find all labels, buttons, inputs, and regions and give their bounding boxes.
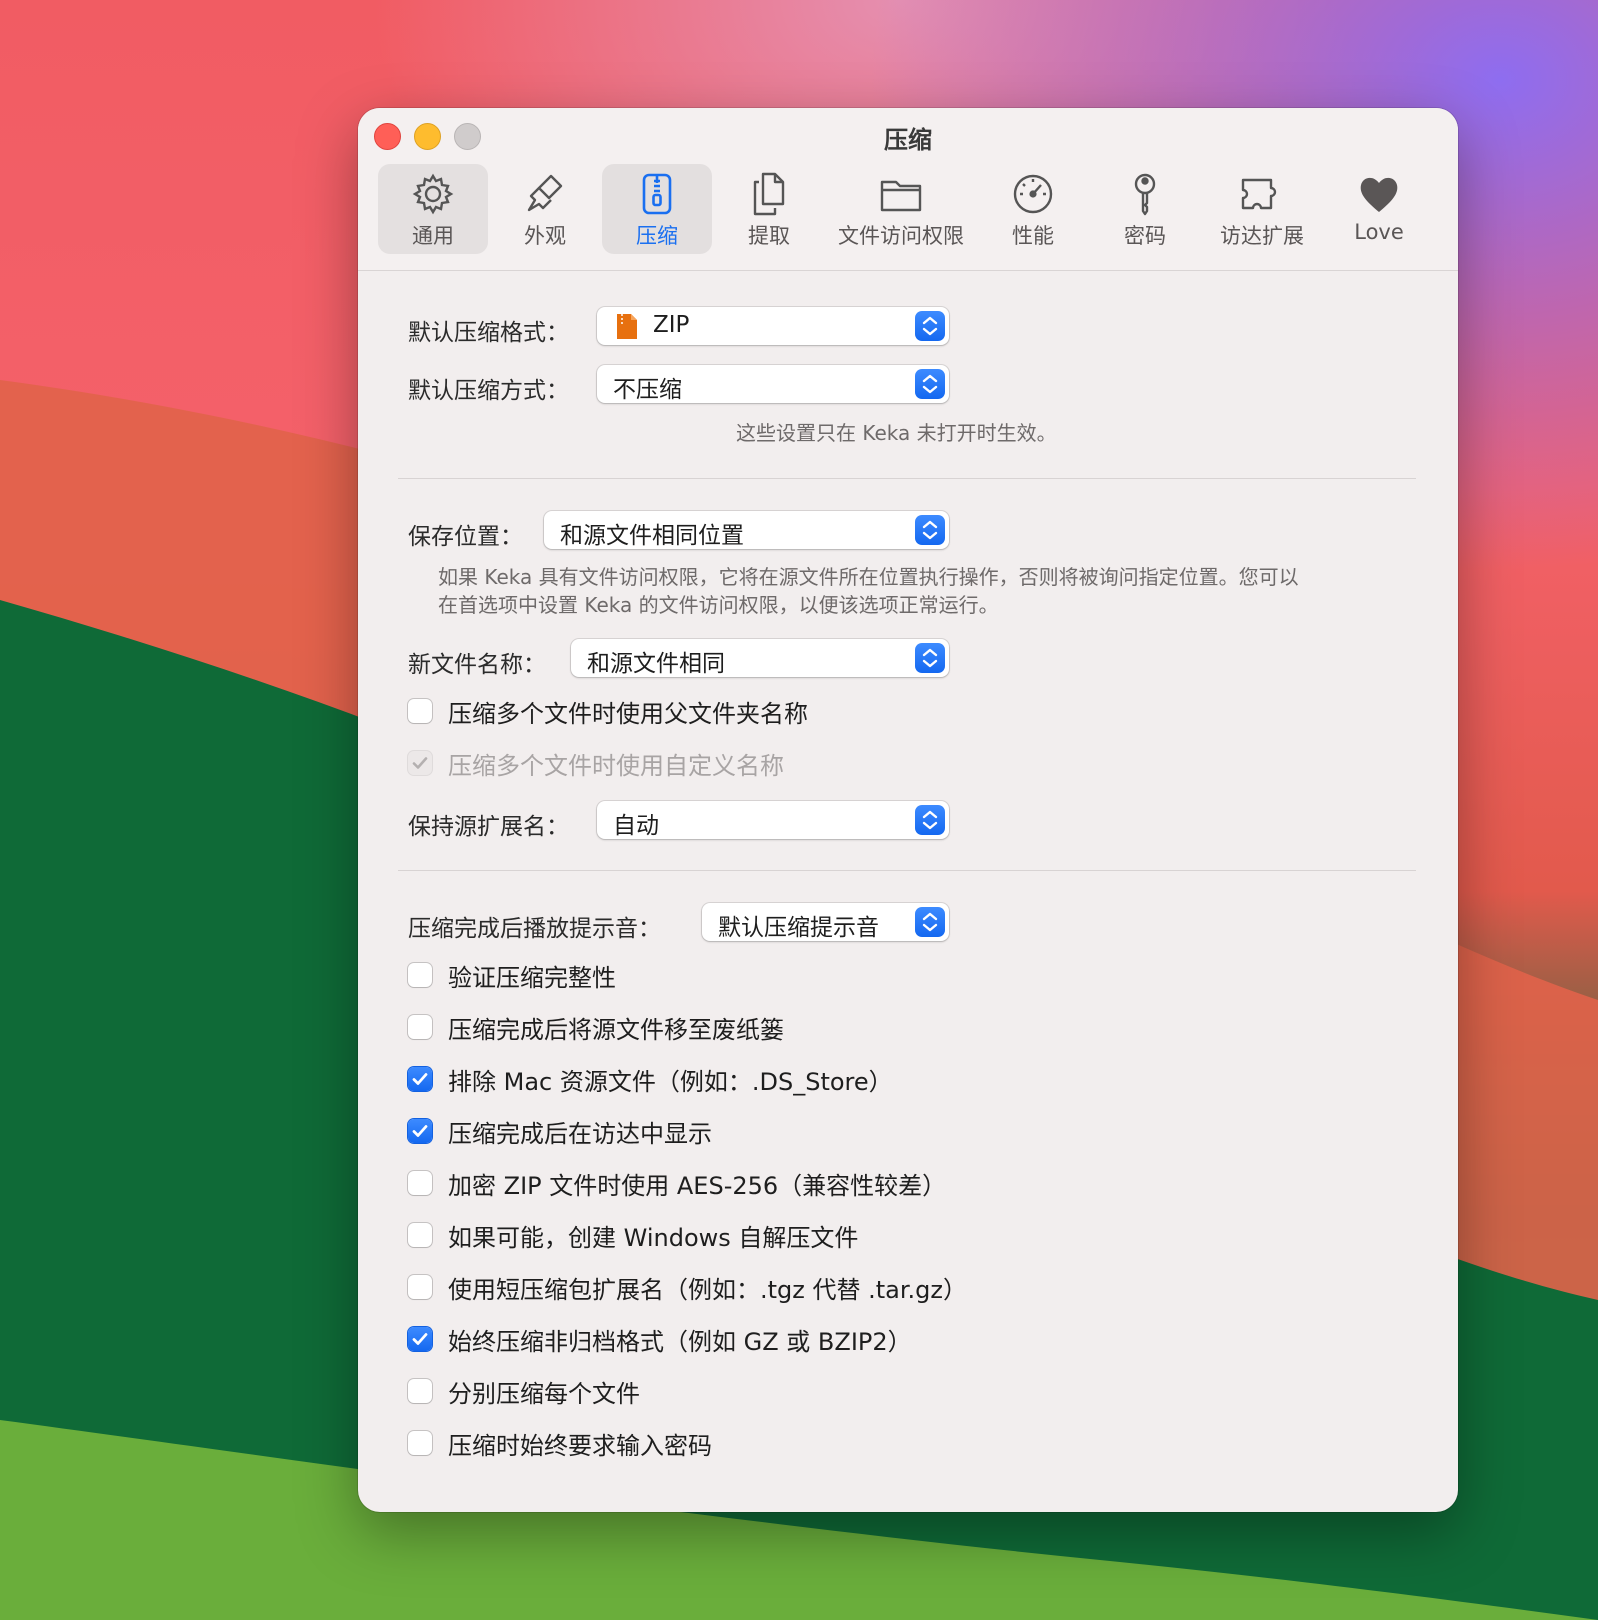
tab-love[interactable]: Love [1324,164,1434,254]
brush-icon [527,174,563,212]
tab-compression[interactable]: 压缩 [602,164,712,254]
keep-extension-value: 自动 [613,813,659,839]
new-filename-label: 新文件名称： [408,652,546,678]
option-label: 压缩完成后将源文件移至废纸篓 [448,1016,784,1044]
tab-performance[interactable]: 性能 [978,164,1088,254]
option-label: 始终压缩非归档格式（例如 GZ 或 BZIP2） [448,1328,912,1356]
tab-label: 提取 [748,224,790,248]
tab-file-access[interactable]: 文件访问权限 [826,164,976,254]
folder-icon [880,180,922,212]
toolbar: 压缩 通用 外观 压缩 提取 文件访问权限 性能 密码 访达扩展 Love [358,108,1458,271]
save-location-note-line1: 如果 Keka 具有文件访问权限，它将在源文件所在位置执行操作，否则将被询问指定… [438,565,1299,589]
chevron-up-down-icon [922,912,938,932]
speedometer-icon [1013,174,1053,214]
chevron-up-down-icon [922,316,938,336]
tab-label: 通用 [412,224,454,248]
option-checkbox[interactable] [408,1431,432,1455]
stepper-chevrons [915,515,945,545]
use-custom-name-checkbox[interactable] [408,751,432,775]
default-method-value: 不压缩 [613,377,682,403]
checkmark-icon [412,1073,428,1085]
tab-password[interactable]: 密码 [1090,164,1200,254]
tab-extraction[interactable]: 提取 [714,164,824,254]
stepper-chevrons [915,369,945,399]
option-checkbox[interactable] [408,1119,432,1143]
option-checkbox[interactable] [408,1171,432,1195]
zip-file-icon [617,314,637,339]
tab-label: 压缩 [636,224,678,248]
stepper-chevrons [915,643,945,673]
completion-sound-select[interactable]: 默认压缩提示音 [702,903,949,941]
default-format-select[interactable]: ZIP [597,307,949,345]
option-checkbox[interactable] [408,1327,432,1351]
option-label: 加密 ZIP 文件时使用 AES-256（兼容性较差） [448,1172,947,1200]
use-custom-name-label: 压缩多个文件时使用自定义名称 [448,752,784,780]
tab-label: Love [1354,220,1404,244]
preferences-window: 压缩 通用 外观 压缩 提取 文件访问权限 性能 密码 访达扩展 Love 默认… [358,108,1458,1512]
option-checkbox[interactable] [408,1015,432,1039]
new-filename-select[interactable]: 和源文件相同 [571,639,949,677]
gear-icon [412,173,454,215]
checkmark-icon [412,1125,428,1137]
heart-icon [1360,177,1398,212]
default-method-select[interactable]: 不压缩 [597,365,949,403]
stepper-chevrons [915,311,945,341]
tab-general[interactable]: 通用 [378,164,488,254]
chevron-up-down-icon [922,520,938,540]
puzzle-icon [1241,178,1277,210]
tab-label: 外观 [524,224,566,248]
default-method-label: 默认压缩方式： [408,378,569,404]
tab-label: 访达扩展 [1220,224,1304,248]
tab-label: 性能 [1012,224,1054,248]
default-format-label: 默认压缩格式： [408,320,569,346]
section-divider [398,478,1416,479]
tab-appearance[interactable]: 外观 [490,164,600,254]
new-filename-value: 和源文件相同 [587,651,725,677]
tab-label: 密码 [1124,224,1166,248]
stepper-chevrons [915,907,945,937]
section-divider [398,870,1416,871]
zipper-icon [642,173,672,215]
keep-extension-label: 保持源扩展名： [408,814,569,840]
window-title: 压缩 [884,126,932,154]
option-label: 如果可能，创建 Windows 自解压文件 [448,1224,859,1252]
save-location-select[interactable]: 和源文件相同位置 [544,511,949,549]
checkmark-icon [412,757,428,769]
chevron-up-down-icon [922,648,938,668]
option-label: 压缩时始终要求输入密码 [448,1432,712,1460]
tab-label: 文件访问权限 [838,224,964,248]
option-checkbox[interactable] [408,1223,432,1247]
chevron-up-down-icon [922,810,938,830]
option-checkbox[interactable] [408,963,432,987]
save-location-value: 和源文件相同位置 [560,523,744,549]
key-icon [1134,173,1156,216]
option-checkbox[interactable] [408,1067,432,1091]
chevron-up-down-icon [922,374,938,394]
option-label: 验证压缩完整性 [448,964,616,992]
stepper-chevrons [915,805,945,835]
completion-sound-value: 默认压缩提示音 [718,915,879,941]
option-checkbox[interactable] [408,1379,432,1403]
use-parent-folder-label: 压缩多个文件时使用父文件夹名称 [448,700,808,728]
completion-sound-label: 压缩完成后播放提示音： [408,916,661,942]
default-format-value: ZIP [653,312,690,338]
save-location-label: 保存位置： [408,524,523,550]
option-label: 压缩完成后在访达中显示 [448,1120,712,1148]
option-label: 使用短压缩包扩展名（例如：.tgz 代替 .tar.gz） [448,1276,967,1304]
option-label: 分别压缩每个文件 [448,1380,640,1408]
checkmark-icon [412,1333,428,1345]
documents-icon [753,172,785,216]
option-checkbox[interactable] [408,1275,432,1299]
use-parent-folder-checkbox[interactable] [408,699,432,723]
keep-extension-select[interactable]: 自动 [597,801,949,839]
format-note: 这些设置只在 Keka 未打开时生效。 [736,421,1057,445]
tab-finder-extension[interactable]: 访达扩展 [1202,164,1322,254]
save-location-note-line2: 在首选项中设置 Keka 的文件访问权限，以便该选项正常运行。 [438,593,999,617]
option-label: 排除 Mac 资源文件（例如：.DS_Store） [448,1068,893,1096]
